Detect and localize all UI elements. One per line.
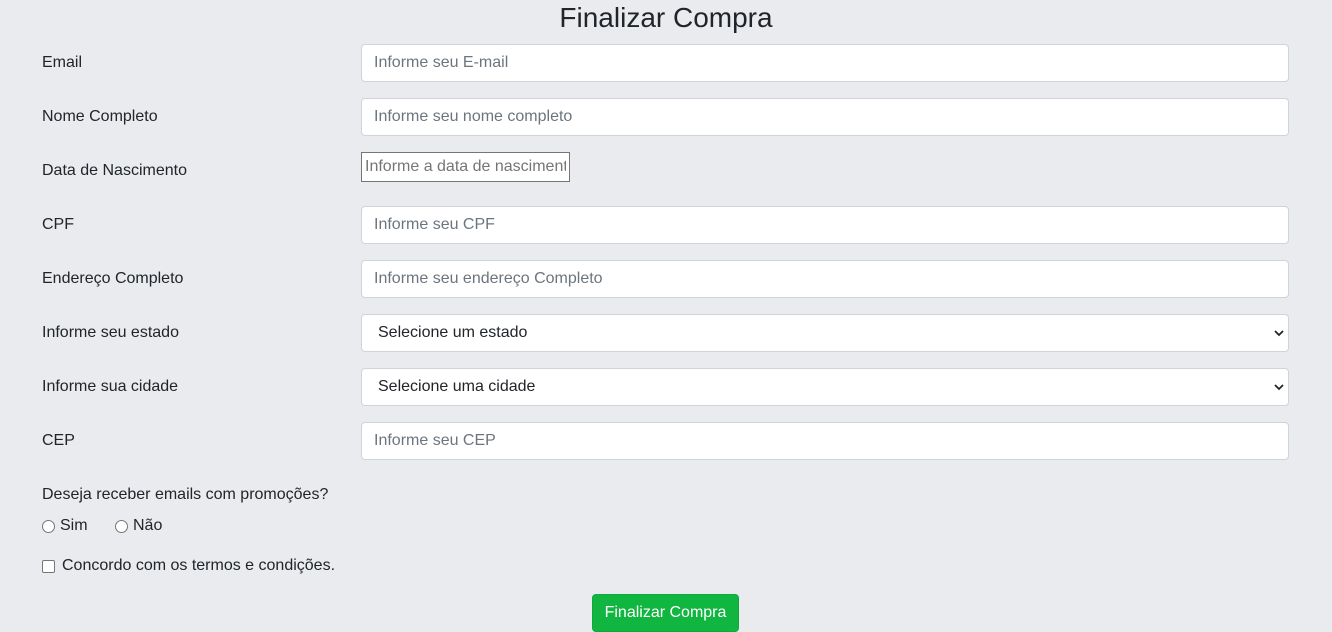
cep-row: CEP bbox=[42, 422, 1290, 460]
cep-field[interactable] bbox=[361, 422, 1289, 460]
terms-checkbox[interactable] bbox=[42, 560, 55, 573]
state-label: Informe seu estado bbox=[42, 324, 179, 341]
radio-nao[interactable] bbox=[115, 520, 128, 533]
full-name-row: Nome Completo bbox=[42, 98, 1290, 136]
submit-button[interactable]: Finalizar Compra bbox=[592, 594, 739, 632]
city-select-value: Selecione uma cidade bbox=[378, 378, 536, 395]
address-field[interactable] bbox=[361, 260, 1289, 298]
full-name-label: Nome Completo bbox=[42, 108, 158, 125]
birth-date-label: Data de Nascimento bbox=[42, 162, 187, 179]
city-label: Informe sua cidade bbox=[42, 378, 179, 395]
birth-date-field[interactable] bbox=[361, 152, 570, 182]
chevron-down-icon bbox=[1274, 330, 1284, 337]
radio-nao-label: Não bbox=[133, 517, 163, 534]
terms-label: Concordo com os termos e condições. bbox=[62, 557, 336, 574]
radio-sim-label: Sim bbox=[60, 517, 88, 534]
cpf-row: CPF bbox=[42, 206, 1290, 244]
address-row: Endereço Completo bbox=[42, 260, 1290, 298]
chevron-down-icon bbox=[1274, 384, 1284, 391]
city-row: Informe sua cidade Selecione uma cidade bbox=[42, 368, 1290, 406]
state-row: Informe seu estado Selecione um estado bbox=[42, 314, 1290, 352]
email-row: Email bbox=[42, 44, 1290, 82]
state-select[interactable]: Selecione um estado bbox=[361, 314, 1289, 352]
email-field[interactable] bbox=[361, 44, 1289, 82]
email-label: Email bbox=[42, 54, 83, 71]
promotions-question: Deseja receber emails com promoções? bbox=[42, 486, 329, 503]
cep-label: CEP bbox=[42, 432, 75, 449]
address-label: Endereço Completo bbox=[42, 270, 184, 287]
birth-date-row: Data de Nascimento bbox=[42, 152, 1290, 190]
city-select[interactable]: Selecione uma cidade bbox=[361, 368, 1289, 406]
cpf-label: CPF bbox=[42, 216, 74, 233]
page-title: Finalizar Compra bbox=[559, 2, 773, 33]
state-select-value: Selecione um estado bbox=[378, 324, 528, 341]
radio-sim[interactable] bbox=[42, 520, 55, 533]
cpf-field[interactable] bbox=[361, 206, 1289, 244]
full-name-field[interactable] bbox=[361, 98, 1289, 136]
